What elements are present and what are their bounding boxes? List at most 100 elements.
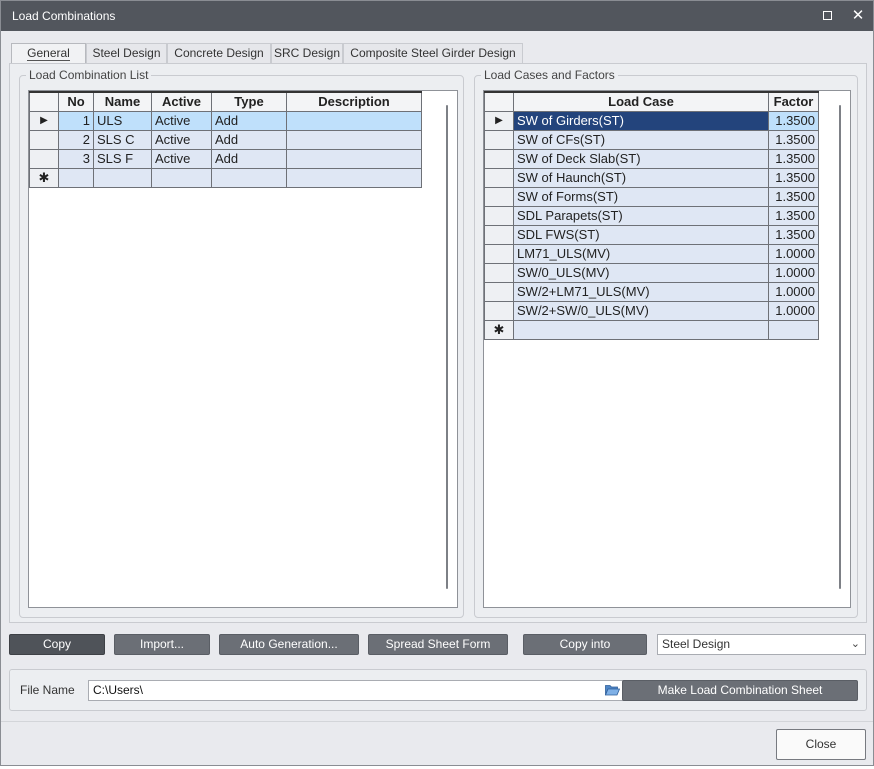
cell-factor[interactable]: 1.3500 bbox=[768, 224, 819, 245]
column-header-name[interactable]: Name bbox=[93, 91, 152, 112]
tab-general[interactable]: General bbox=[11, 43, 86, 63]
table-row[interactable]: SW/2+SW/0_ULS(MV) 1.0000 bbox=[484, 300, 819, 321]
cell-type[interactable]: Add bbox=[211, 129, 287, 150]
cell-load-case[interactable]: SW of Deck Slab(ST) bbox=[513, 148, 769, 169]
tab-concrete-design[interactable]: Concrete Design bbox=[167, 43, 271, 63]
cell-active[interactable]: Active bbox=[151, 148, 212, 169]
table-row[interactable]: 2 SLS C Active Add bbox=[29, 129, 422, 150]
cell-load-case[interactable]: SW of Haunch(ST) bbox=[513, 167, 769, 188]
new-row[interactable]: ✱ bbox=[484, 319, 819, 340]
auto-generation-button[interactable]: Auto Generation... bbox=[219, 634, 359, 655]
cell-name[interactable]: SLS C bbox=[93, 129, 152, 150]
column-header-description[interactable]: Description bbox=[286, 91, 422, 112]
cell-load-case[interactable]: SDL FWS(ST) bbox=[513, 224, 769, 245]
cell-factor[interactable]: 1.3500 bbox=[768, 110, 819, 131]
table-row[interactable]: SW/0_ULS(MV) 1.0000 bbox=[484, 262, 819, 283]
cell-active[interactable]: Active bbox=[151, 129, 212, 150]
row-header[interactable] bbox=[484, 281, 514, 302]
cell-description[interactable] bbox=[286, 167, 422, 188]
cell-load-case[interactable]: LM71_ULS(MV) bbox=[513, 243, 769, 264]
cell-type[interactable]: Add bbox=[211, 148, 287, 169]
row-header[interactable] bbox=[484, 224, 514, 245]
table-row[interactable]: SDL Parapets(ST) 1.3500 bbox=[484, 205, 819, 226]
copy-into-button[interactable]: Copy into bbox=[523, 634, 647, 655]
table-row[interactable]: SW/2+LM71_ULS(MV) 1.0000 bbox=[484, 281, 819, 302]
cell-active[interactable]: Active bbox=[151, 110, 212, 131]
row-header[interactable] bbox=[29, 148, 59, 169]
row-header[interactable] bbox=[484, 129, 514, 150]
table-row[interactable]: SW of CFs(ST) 1.3500 bbox=[484, 129, 819, 150]
load-combination-grid[interactable]: No Name Active Type Description ▶ 1 ULS bbox=[28, 90, 458, 608]
maximize-icon[interactable] bbox=[816, 6, 838, 26]
tab-src-design[interactable]: SRC Design bbox=[271, 43, 343, 63]
file-name-input[interactable]: C:\Users\ bbox=[88, 680, 625, 701]
table-row[interactable]: 3 SLS F Active Add bbox=[29, 148, 422, 169]
cell-load-case[interactable]: SW/2+SW/0_ULS(MV) bbox=[513, 300, 769, 321]
table-row[interactable]: SW of Forms(ST) 1.3500 bbox=[484, 186, 819, 207]
cell-factor[interactable]: 1.3500 bbox=[768, 205, 819, 226]
cell-factor[interactable]: 1.0000 bbox=[768, 243, 819, 264]
vertical-scrollbar[interactable] bbox=[834, 91, 848, 607]
table-row[interactable]: LM71_ULS(MV) 1.0000 bbox=[484, 243, 819, 264]
cell-type[interactable]: Add bbox=[211, 110, 287, 131]
make-load-combination-sheet-button[interactable]: Make Load Combination Sheet bbox=[622, 680, 858, 701]
cell-no[interactable] bbox=[58, 167, 94, 188]
new-row[interactable]: ✱ bbox=[29, 167, 422, 188]
close-icon[interactable]: ✕ bbox=[847, 6, 869, 26]
cell-load-case[interactable]: SW of CFs(ST) bbox=[513, 129, 769, 150]
table-row[interactable]: SW of Deck Slab(ST) 1.3500 bbox=[484, 148, 819, 169]
row-header[interactable] bbox=[29, 129, 59, 150]
folder-open-icon[interactable] bbox=[605, 684, 620, 696]
cell-factor[interactable] bbox=[768, 319, 819, 340]
row-header[interactable] bbox=[484, 300, 514, 321]
column-header-no[interactable]: No bbox=[58, 91, 94, 112]
cell-factor[interactable]: 1.0000 bbox=[768, 281, 819, 302]
cell-name[interactable] bbox=[93, 167, 152, 188]
cell-load-case[interactable]: SW/2+LM71_ULS(MV) bbox=[513, 281, 769, 302]
column-header-factor[interactable]: Factor bbox=[768, 91, 819, 112]
scrollbar-thumb[interactable] bbox=[446, 105, 448, 589]
import-button[interactable]: Import... bbox=[114, 634, 210, 655]
cell-factor[interactable]: 1.0000 bbox=[768, 262, 819, 283]
row-header[interactable] bbox=[484, 205, 514, 226]
cell-active[interactable] bbox=[151, 167, 212, 188]
cell-factor[interactable]: 1.3500 bbox=[768, 167, 819, 188]
cell-name[interactable]: SLS F bbox=[93, 148, 152, 169]
cell-description[interactable] bbox=[286, 110, 422, 131]
row-header[interactable] bbox=[484, 167, 514, 188]
tab-composite-steel-girder-design[interactable]: Composite Steel Girder Design bbox=[343, 43, 523, 63]
cell-no[interactable]: 2 bbox=[58, 129, 94, 150]
cell-load-case[interactable]: SW/0_ULS(MV) bbox=[513, 262, 769, 283]
table-row[interactable]: SW of Haunch(ST) 1.3500 bbox=[484, 167, 819, 188]
cell-factor[interactable]: 1.3500 bbox=[768, 129, 819, 150]
scrollbar-thumb[interactable] bbox=[839, 105, 841, 589]
table-row[interactable]: ▶ 1 ULS Active Add bbox=[29, 110, 422, 131]
cell-no[interactable]: 3 bbox=[58, 148, 94, 169]
vertical-scrollbar[interactable] bbox=[441, 91, 455, 607]
cell-description[interactable] bbox=[286, 148, 422, 169]
cell-load-case[interactable] bbox=[513, 319, 769, 340]
cell-description[interactable] bbox=[286, 129, 422, 150]
copy-button[interactable]: Copy bbox=[9, 634, 105, 655]
table-row[interactable]: ▶ SW of Girders(ST) 1.3500 bbox=[484, 110, 819, 131]
cell-factor[interactable]: 1.0000 bbox=[768, 300, 819, 321]
cell-name[interactable]: ULS bbox=[93, 110, 152, 131]
column-header-type[interactable]: Type bbox=[211, 91, 287, 112]
column-header-load-case[interactable]: Load Case bbox=[513, 91, 769, 112]
column-header-active[interactable]: Active bbox=[151, 91, 212, 112]
chevron-down-icon[interactable]: ⌄ bbox=[851, 635, 860, 654]
cell-load-case[interactable]: SDL Parapets(ST) bbox=[513, 205, 769, 226]
row-header[interactable] bbox=[484, 243, 514, 264]
cell-load-case[interactable]: SW of Forms(ST) bbox=[513, 186, 769, 207]
cell-factor[interactable]: 1.3500 bbox=[768, 186, 819, 207]
close-button[interactable]: Close bbox=[776, 729, 866, 760]
row-header[interactable] bbox=[484, 262, 514, 283]
spread-sheet-form-button[interactable]: Spread Sheet Form bbox=[368, 634, 508, 655]
table-row[interactable]: SDL FWS(ST) 1.3500 bbox=[484, 224, 819, 245]
row-header[interactable] bbox=[484, 148, 514, 169]
cell-no[interactable]: 1 bbox=[58, 110, 94, 131]
load-cases-grid[interactable]: Load Case Factor ▶ SW of Girders(ST) 1.350… bbox=[483, 90, 851, 608]
row-header[interactable] bbox=[484, 186, 514, 207]
cell-type[interactable] bbox=[211, 167, 287, 188]
tab-steel-design[interactable]: Steel Design bbox=[86, 43, 167, 63]
